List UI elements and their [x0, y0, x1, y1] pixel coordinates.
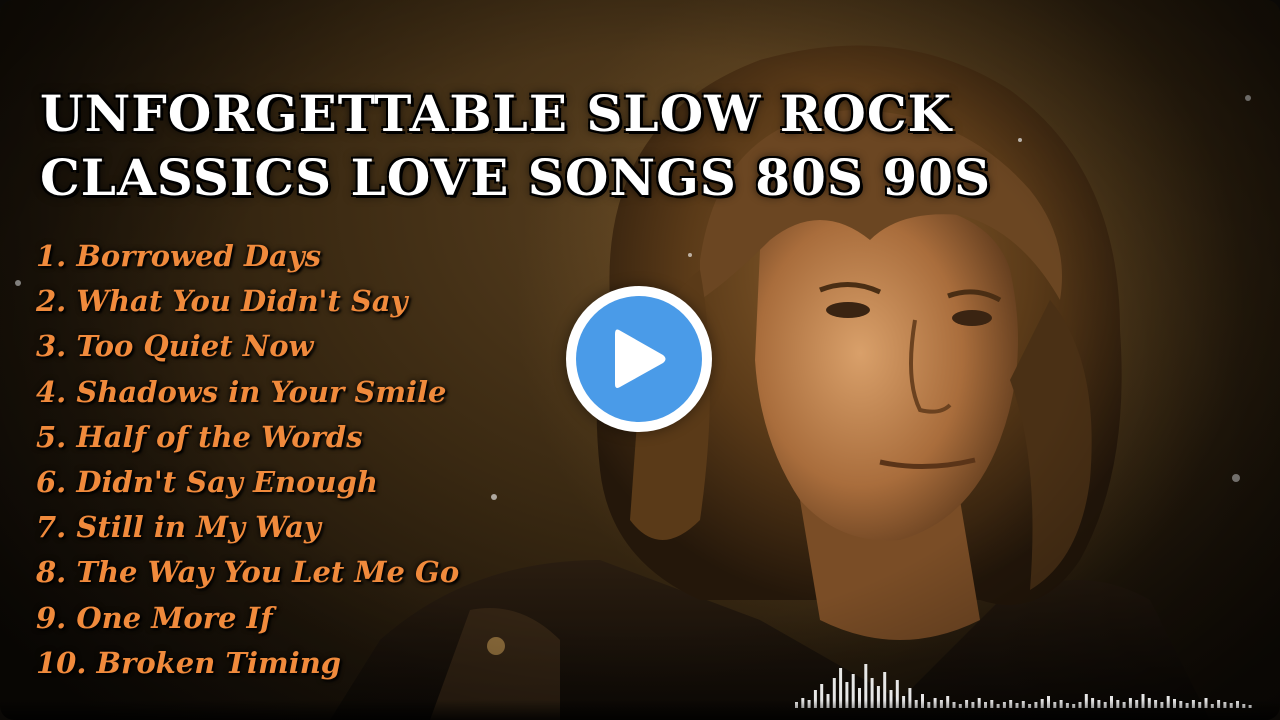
- track-item: 6. Didn't Say Enough: [36, 464, 378, 499]
- play-button[interactable]: [566, 286, 712, 432]
- track-item: 9. One More If: [36, 600, 273, 635]
- track-item: 8. The Way You Let Me Go: [36, 555, 460, 590]
- title-line-2: CLASSICS LOVE SONGS 80S 90S: [40, 148, 992, 207]
- video-thumbnail[interactable]: UNFORGETTABLE SLOW ROCK CLASSICS LOVE SO…: [0, 0, 1280, 720]
- track-item: 5. Half of the Words: [36, 419, 363, 454]
- play-button-fill: [576, 296, 702, 422]
- track-item: 2. What You Didn't Say: [36, 284, 408, 319]
- track-item: 7. Still in My Way: [36, 510, 321, 545]
- tracklist: 1. Borrowed Days 2. What You Didn't Say …: [36, 234, 459, 686]
- track-item: 3. Too Quiet Now: [36, 329, 314, 364]
- bottom-fade: [0, 700, 1280, 720]
- track-item: 1. Borrowed Days: [36, 239, 322, 273]
- title-line-1: UNFORGETTABLE SLOW ROCK: [40, 84, 953, 143]
- video-title: UNFORGETTABLE SLOW ROCK CLASSICS LOVE SO…: [40, 82, 991, 210]
- play-icon: [615, 329, 666, 388]
- track-item: 4. Shadows in Your Smile: [36, 374, 447, 409]
- track-item: 10. Broken Timing: [36, 645, 342, 680]
